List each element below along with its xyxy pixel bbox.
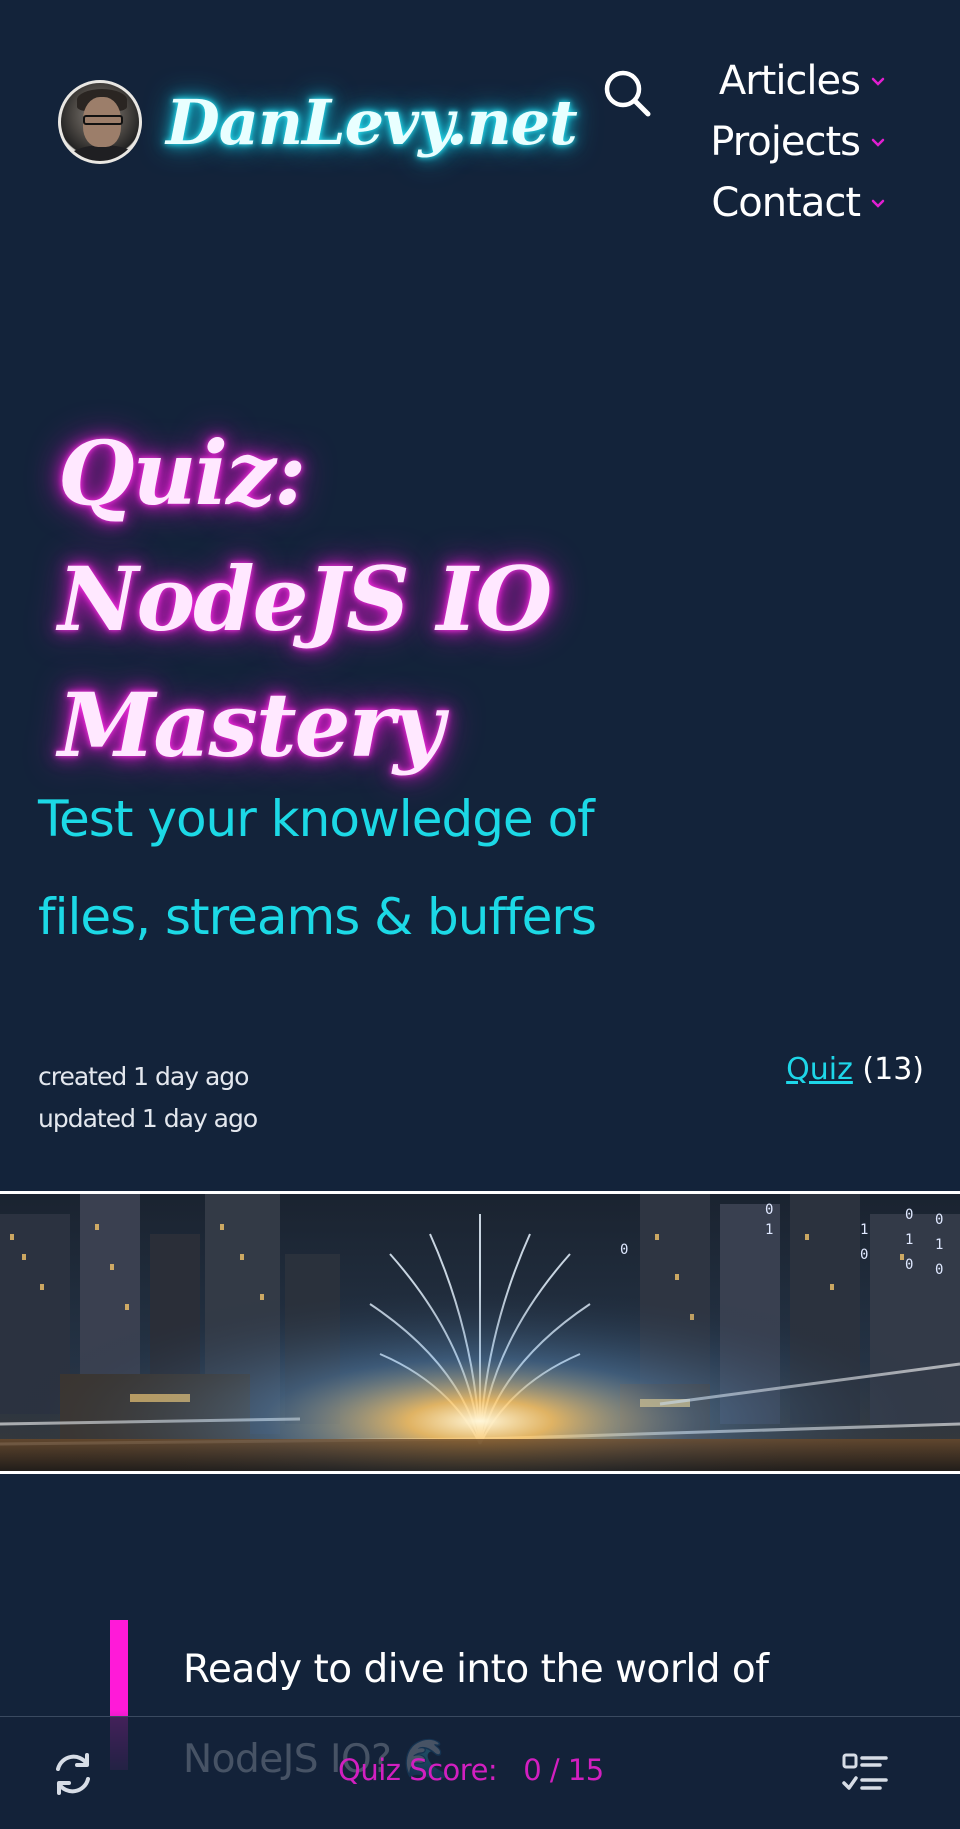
site-logo-link[interactable]: DanLevy.net: [58, 80, 578, 164]
svg-text:0: 0: [905, 1257, 913, 1273]
page-title: Quiz: NodeJS IO Mastery: [58, 421, 552, 777]
svg-text:1: 1: [905, 1232, 913, 1248]
refresh-icon: [56, 1753, 90, 1795]
tag-count: (13): [862, 1052, 924, 1087]
reset-quiz-button[interactable]: [46, 1747, 100, 1801]
avatar: [58, 80, 142, 164]
svg-text:1: 1: [860, 1222, 868, 1238]
svg-text:0: 0: [765, 1202, 773, 1218]
quiz-score-value: 0 / 15: [523, 1753, 604, 1787]
svg-text:1: 1: [935, 1237, 943, 1253]
page: DanLevy.net Articles Projects Contact Qu…: [0, 0, 960, 1829]
search-button[interactable]: [600, 66, 654, 120]
svg-text:0: 0: [860, 1247, 868, 1263]
nav-item-contact[interactable]: Contact: [690, 172, 890, 233]
updated-date: updated 1 day ago: [38, 1104, 258, 1133]
search-icon: [604, 70, 651, 117]
quiz-score: Quiz Score: 0 / 15: [338, 1753, 604, 1787]
question-list-button[interactable]: [838, 1747, 892, 1801]
main-nav: Articles Projects Contact: [690, 50, 890, 233]
hero-banner-image: 0 0 1 0 1 0 0 1 0 1 0: [0, 1191, 960, 1474]
tag-link-quiz[interactable]: Quiz: [786, 1052, 853, 1087]
nav-item-projects[interactable]: Projects: [690, 111, 890, 172]
svg-text:0: 0: [620, 1242, 628, 1258]
category-tag: Quiz (13): [786, 1052, 924, 1087]
page-subtitle: Test your knowledge of files, streams & …: [38, 790, 597, 946]
quiz-score-label: Quiz Score:: [338, 1753, 498, 1787]
nav-item-label: Projects: [710, 118, 861, 165]
svg-text:1: 1: [765, 1222, 773, 1238]
nav-item-articles[interactable]: Articles: [690, 50, 890, 111]
svg-text:0: 0: [935, 1212, 943, 1228]
chevron-down-icon: [871, 77, 885, 86]
chevron-down-icon: [871, 199, 885, 208]
chevron-down-icon: [871, 138, 885, 147]
svg-text:0: 0: [935, 1262, 943, 1278]
site-name: DanLevy.net: [166, 85, 578, 159]
created-date: created 1 day ago: [38, 1062, 249, 1091]
site-header: DanLevy.net Articles Projects Contact: [0, 0, 960, 240]
nav-item-label: Articles: [718, 57, 861, 104]
city-data-stream-illustration: 0 0 1 0 1 0 0 1 0 1 0: [0, 1194, 960, 1471]
post-dates: created 1 day ago updated 1 day ago: [38, 1056, 258, 1140]
svg-text:0: 0: [905, 1207, 913, 1223]
nav-item-label: Contact: [711, 179, 861, 226]
quiz-toolbar: Quiz Score: 0 / 15: [0, 1716, 960, 1829]
checklist-icon: [842, 1753, 888, 1790]
